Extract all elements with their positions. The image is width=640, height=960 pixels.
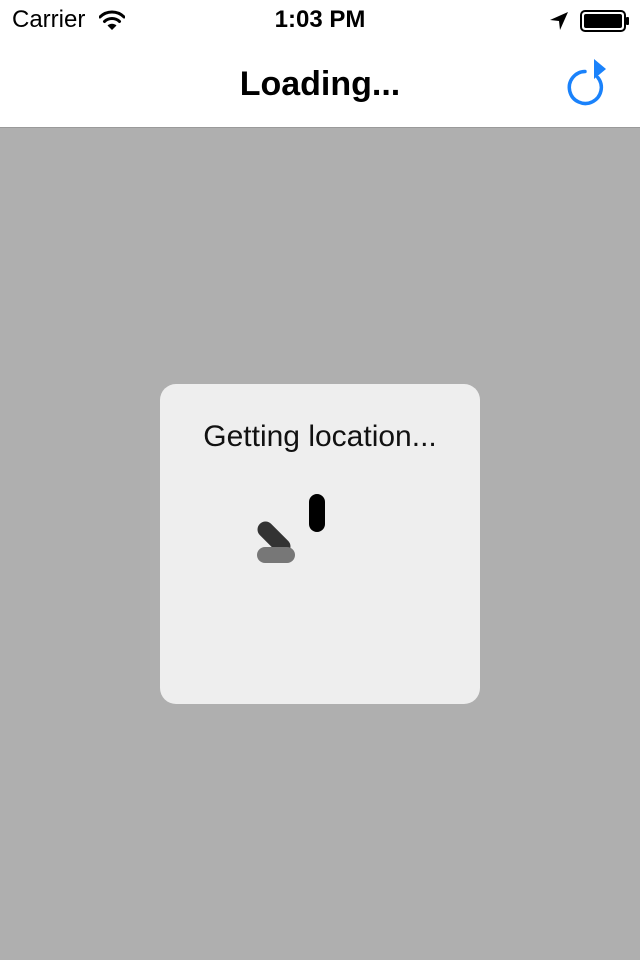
- status-bar: Carrier 1:03 PM: [0, 0, 640, 40]
- status-time: 1:03 PM: [274, 6, 366, 33]
- nav-title: Loading...: [239, 65, 401, 103]
- content-area: Getting location...: [0, 128, 640, 960]
- hud-message: Getting location...: [203, 420, 437, 453]
- refresh-button[interactable]: [564, 56, 616, 108]
- activity-spinner-icon: [257, 494, 325, 563]
- location-arrow-icon: [550, 12, 568, 30]
- battery-icon: [580, 10, 629, 32]
- refresh-icon: [567, 59, 606, 106]
- navigation-bar: Loading...: [0, 40, 640, 128]
- app-screen: Carrier 1:03 PM Loading... Getting locat…: [0, 0, 640, 960]
- progress-hud: Getting location...: [160, 384, 480, 704]
